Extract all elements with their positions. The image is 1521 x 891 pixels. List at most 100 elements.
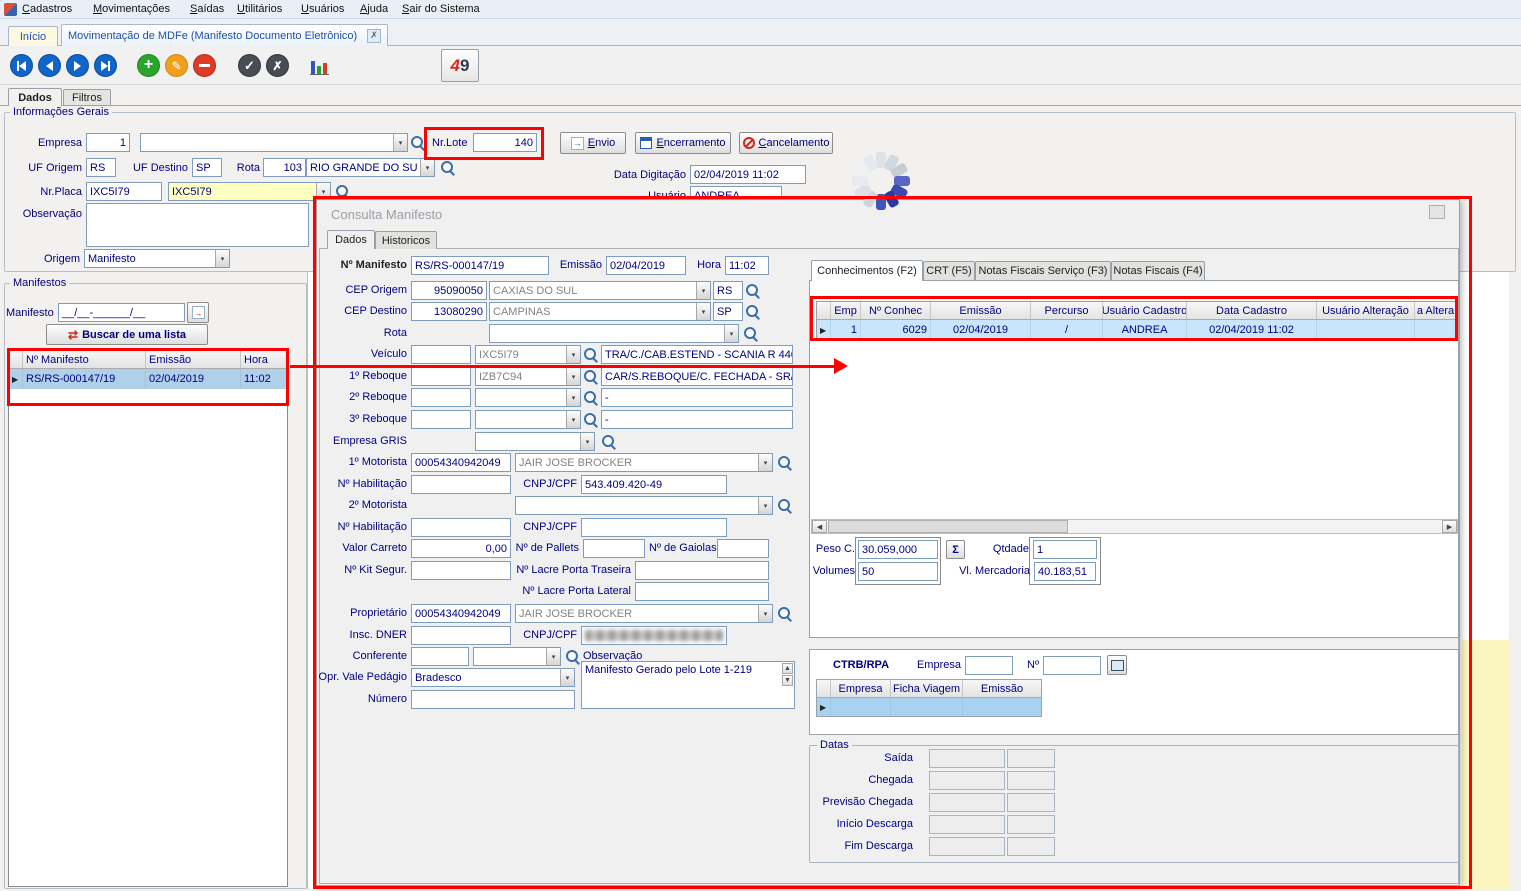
cell[interactable]: 02/04/2019: [931, 320, 1031, 340]
cell[interactable]: a Altera: [1415, 302, 1456, 319]
opr-vale-combo[interactable]: Bradesco▾: [411, 668, 575, 687]
cell[interactable]: 11:02: [241, 369, 287, 389]
sum-button[interactable]: Σ: [946, 540, 965, 559]
window-control-button[interactable]: [1429, 205, 1445, 219]
motorista2-combo[interactable]: ▾: [515, 496, 773, 515]
saida-time-field[interactable]: [1007, 749, 1055, 768]
search-icon[interactable]: [440, 160, 456, 176]
nav-first-button[interactable]: [10, 54, 33, 77]
conferente-combo[interactable]: ▾: [473, 647, 561, 666]
delete-button[interactable]: [193, 54, 216, 77]
fim-descarga-time-field[interactable]: [1007, 837, 1055, 856]
search-icon[interactable]: [777, 455, 793, 471]
lacre-traseira-field[interactable]: [635, 561, 769, 580]
cell[interactable]: [891, 698, 963, 716]
cell[interactable]: ANDREA: [1103, 320, 1187, 340]
tab-inicio[interactable]: Início: [8, 26, 58, 46]
chart-button[interactable]: [310, 56, 330, 75]
empresa-combo[interactable]: ▾: [140, 133, 408, 152]
tab-nf-servico[interactable]: Notas Fiscais Serviço (F3): [975, 261, 1111, 280]
envio-button[interactable]: → Envio: [560, 132, 626, 154]
search-icon[interactable]: [583, 390, 599, 406]
motorista1-combo[interactable]: JAIR JOSE BROCKER▾: [515, 453, 773, 472]
menu-cadastros[interactable]: Cadastros: [22, 3, 72, 15]
chevron-down-icon[interactable]: ▾: [758, 497, 772, 514]
cell[interactable]: Nº Conhec: [861, 302, 931, 319]
search-icon[interactable]: [583, 347, 599, 363]
insc-dner-field[interactable]: [411, 626, 511, 645]
empresa-field[interactable]: 1: [86, 133, 130, 152]
tab-filtros[interactable]: Filtros: [63, 89, 111, 106]
reboque3-code-field[interactable]: [411, 410, 471, 429]
cell[interactable]: Emp: [831, 302, 861, 319]
scrollbar-thumb[interactable]: [828, 520, 1068, 533]
reboque2-code-field[interactable]: [411, 388, 471, 407]
cell[interactable]: Emissão: [146, 351, 241, 368]
uf-destino-field[interactable]: SP: [192, 158, 222, 177]
menu-usuarios[interactable]: Usuários: [301, 3, 344, 15]
nav-next-button[interactable]: [66, 54, 89, 77]
empresa-gris-combo[interactable]: ▾: [475, 432, 595, 451]
menu-utilitarios[interactable]: Utilitários: [237, 3, 282, 15]
reboque2-desc-field[interactable]: -: [601, 388, 793, 407]
popup-rota-combo[interactable]: ▾: [489, 324, 739, 343]
rota-combo[interactable]: RIO GRANDE DO SU▾: [306, 158, 435, 177]
previsao-time-field[interactable]: [1007, 793, 1055, 812]
cidade-origem-combo[interactable]: CAXIAS DO SUL▾: [489, 281, 711, 300]
menu-sair[interactable]: Sair do Sistema: [402, 3, 480, 15]
cancel-record-button[interactable]: ✗: [266, 54, 289, 77]
qtdade-field[interactable]: 1: [1033, 540, 1097, 559]
nrplaca-combo[interactable]: IXC5I79▾: [168, 182, 331, 201]
search-icon[interactable]: [583, 369, 599, 385]
gaiolas-field[interactable]: [717, 539, 769, 558]
scroll-left-icon[interactable]: ◀: [812, 520, 827, 533]
cancelamento-button[interactable]: Cancelamento: [739, 132, 833, 154]
search-icon[interactable]: [583, 412, 599, 428]
numero-field[interactable]: [411, 690, 575, 709]
tab-nf[interactable]: Notas Fiscais (F4): [1111, 261, 1205, 280]
num-manifesto-field[interactable]: RS/RS-000147/19: [411, 256, 549, 275]
tab-close-icon[interactable]: ✗: [367, 29, 381, 43]
chevron-down-icon[interactable]: ▾: [566, 368, 580, 385]
search-icon[interactable]: [777, 606, 793, 622]
add-button[interactable]: +: [137, 54, 160, 77]
cell[interactable]: Nº Manifesto: [23, 351, 146, 368]
origem-combo[interactable]: Manifesto▾: [84, 249, 230, 268]
scroll-up-icon[interactable]: ▲: [782, 663, 793, 674]
chegada-time-field[interactable]: [1007, 771, 1055, 790]
chevron-down-icon[interactable]: ▾: [696, 303, 710, 320]
chevron-down-icon[interactable]: ▾: [758, 605, 772, 622]
tab-crt[interactable]: CRT (F5): [923, 261, 975, 280]
nav-prev-button[interactable]: [38, 54, 61, 77]
ctrb-num-field[interactable]: [1043, 656, 1101, 675]
conhecimentos-grid[interactable]: Emp Nº Conhec Emissão Percurso Usuário C…: [816, 301, 1457, 341]
cnpj3-field[interactable]: [581, 626, 727, 645]
valor-carreto-field[interactable]: 0,00: [411, 539, 511, 558]
reboque2-combo[interactable]: ▾: [475, 388, 581, 407]
conhecimentos-grid-header[interactable]: Emp Nº Conhec Emissão Percurso Usuário C…: [817, 302, 1456, 320]
menu-movimentacoes[interactable]: Movimentações: [93, 3, 170, 15]
cell[interactable]: Ficha Viagem: [891, 680, 963, 697]
cell[interactable]: [831, 698, 891, 716]
cell[interactable]: Emissão: [931, 302, 1031, 319]
cell[interactable]: Usuário Alteração: [1317, 302, 1415, 319]
popup-observacao-memo[interactable]: Manifesto Gerado pelo Lote 1-219 ▲ ▼: [581, 661, 795, 709]
chegada-date-field[interactable]: [929, 771, 1005, 790]
ctrb-grid-row[interactable]: ▶: [817, 698, 1041, 716]
app-logo-button[interactable]: 4 9: [441, 49, 479, 82]
buscar-lista-button[interactable]: ⇄ Buscar de uma lista: [46, 324, 208, 345]
manifesto-mask-input[interactable]: __/__-______/__: [58, 303, 185, 322]
manifest-grid-row[interactable]: ▶ RS/RS-000147/19 02/04/2019 11:02: [9, 369, 287, 389]
scroll-right-icon[interactable]: ▶: [1442, 520, 1457, 533]
search-icon[interactable]: [601, 434, 617, 450]
uf-destino-popup-field[interactable]: SP: [713, 302, 743, 321]
inicio-descarga-date-field[interactable]: [929, 815, 1005, 834]
motorista1-code-field[interactable]: 00054340942049: [411, 453, 511, 472]
search-icon[interactable]: [777, 498, 793, 514]
confirm-button[interactable]: ✓: [238, 54, 261, 77]
cell[interactable]: Data Cadastro: [1187, 302, 1317, 319]
tab-mdfe[interactable]: Movimentação de MDFe (Manifesto Document…: [61, 24, 388, 46]
cell[interactable]: [1415, 320, 1456, 340]
veiculo-desc-field[interactable]: TRA/C./CAB.ESTEND - SCANIA R 440 A: [601, 345, 793, 364]
reboque3-desc-field[interactable]: -: [601, 410, 793, 429]
